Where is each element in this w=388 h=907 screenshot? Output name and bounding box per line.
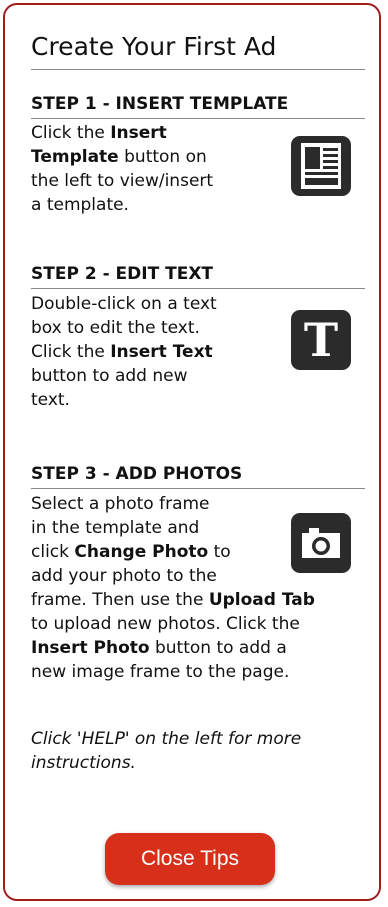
step-2-text: Double-click on a text box to edit the te… xyxy=(31,292,291,412)
text-run: to xyxy=(208,542,231,562)
text-icon-glyph: T xyxy=(303,313,339,367)
step-1-text: Click the Insert Template button on the le… xyxy=(31,121,291,217)
step-text-line: text. xyxy=(31,388,291,412)
text-run: button to add a xyxy=(149,638,287,658)
step-text-line: Click the Insert Text xyxy=(31,340,291,364)
text-run: Click the xyxy=(31,123,111,143)
step-text-line: the left to view/insert xyxy=(31,169,291,193)
text-run: add your photo to the xyxy=(31,566,217,586)
text-run: Double-click on a text xyxy=(31,294,217,314)
step-2-heading: STEP 2 - EDIT TEXT xyxy=(31,264,214,284)
step-text-line: to upload new photos. Click the xyxy=(31,612,376,636)
text-run: in the template and xyxy=(31,518,200,538)
text-run: Select a photo frame xyxy=(31,494,210,514)
template-icon xyxy=(291,136,351,196)
step-text-line: Click the Insert xyxy=(31,121,291,145)
step-1-heading: STEP 1 - INSERT TEMPLATE xyxy=(31,94,289,114)
close-tips-button[interactable]: Close Tips xyxy=(105,833,275,885)
text-run: frame. Then use the xyxy=(31,590,209,610)
text-run: click xyxy=(31,542,75,562)
bold-term: Insert xyxy=(110,123,167,143)
help-note-line: Click 'HELP' on the left for more xyxy=(31,729,302,749)
text-run: box to edit the text. xyxy=(31,318,200,338)
step-2-divider xyxy=(31,288,365,289)
bold-term: Change Photo xyxy=(74,542,209,562)
bold-term: Template xyxy=(31,147,119,167)
step-text-line: frame. Then use the Upload Tab xyxy=(31,588,376,612)
bold-term: Insert Text xyxy=(110,342,213,362)
text-run: to upload new photos. Click the xyxy=(31,614,300,634)
text-run: button on xyxy=(118,147,207,167)
help-note-line: instructions. xyxy=(31,753,136,773)
step-3-divider xyxy=(31,488,365,489)
bold-term: Insert Photo xyxy=(31,638,150,658)
step-text-line: box to edit the text. xyxy=(31,316,291,340)
step-text-line: Double-click on a text xyxy=(31,292,291,316)
text-run: text. xyxy=(31,390,70,410)
title-divider xyxy=(31,69,365,70)
bold-term: Upload Tab xyxy=(208,590,315,610)
step-text-line: Template button on xyxy=(31,145,291,169)
step-text-line: button to add new xyxy=(31,364,291,388)
step-text-line: a template. xyxy=(31,193,291,217)
camera-icon xyxy=(291,513,351,573)
help-note: Click 'HELP' on the left for more instru… xyxy=(31,727,371,775)
text-run: button to add new xyxy=(31,366,188,386)
text-run: the left to view/insert xyxy=(31,171,214,191)
text-icon: T xyxy=(291,310,351,370)
step-text-line: Insert Photo button to add a xyxy=(31,636,376,660)
step-3-heading: STEP 3 - ADD PHOTOS xyxy=(31,464,243,484)
text-run: a template. xyxy=(31,195,129,215)
step-1-divider xyxy=(31,118,365,119)
step-text-line: new image frame to the page. xyxy=(31,660,376,684)
panel-title: Create Your First Ad xyxy=(31,32,277,61)
text-run: Click the xyxy=(31,342,111,362)
tips-panel: Create Your First Ad STEP 1 - INSERT TEM… xyxy=(3,3,381,901)
text-run: new image frame to the page. xyxy=(31,662,290,682)
